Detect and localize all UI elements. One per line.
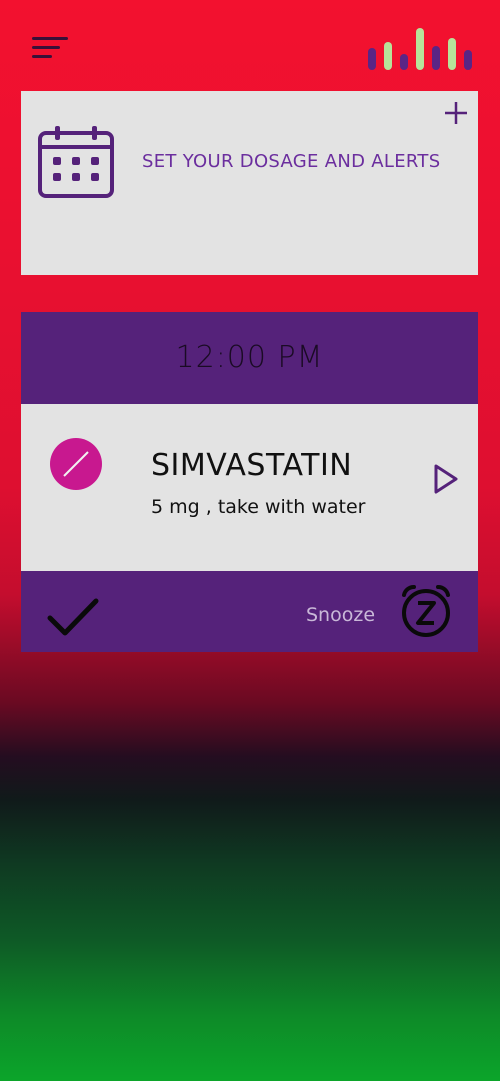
plus-icon[interactable] [442,99,470,127]
set-dosage-card[interactable]: SET YOUR DOSAGE AND ALERTS [21,91,478,275]
play-arrow-icon[interactable] [431,462,461,496]
menu-icon[interactable] [32,37,70,63]
alarm-clock-z-icon[interactable] [396,581,456,641]
checkmark-icon[interactable] [47,596,99,638]
dose-time: 12:00 PM [21,312,478,404]
snooze-label[interactable]: Snooze [306,604,375,626]
calendar-icon [38,126,114,198]
medication-item[interactable]: SIMVASTATIN 5 mg , take with water [21,404,478,571]
set-dosage-label: SET YOUR DOSAGE AND ALERTS [142,151,441,172]
stats-icon[interactable] [366,26,478,72]
medication-details: 5 mg , take with water [151,496,366,518]
medication-name: SIMVASTATIN [151,448,353,483]
pill-icon [50,438,102,490]
dose-action-bar: Snooze [21,571,478,652]
